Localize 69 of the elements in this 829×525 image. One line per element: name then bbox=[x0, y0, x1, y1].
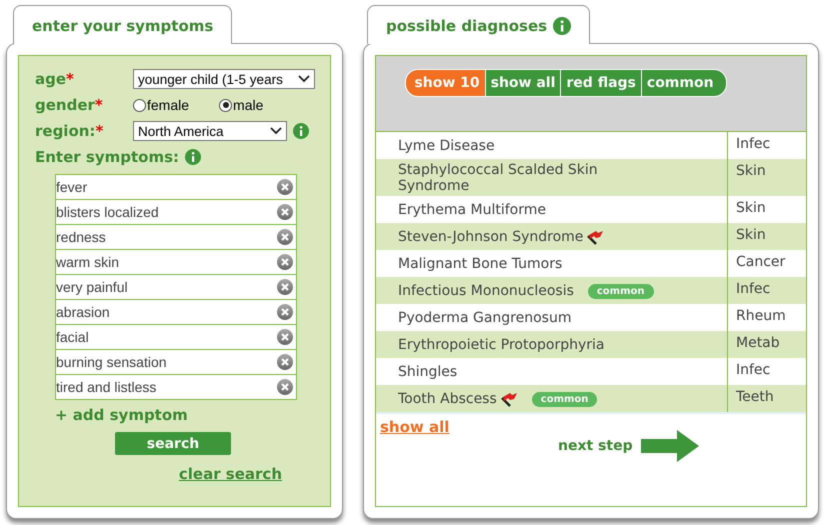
chevron-down-icon bbox=[270, 127, 282, 135]
info-icon[interactable] bbox=[293, 123, 309, 139]
diagnosis-name: Tooth Abscess bbox=[398, 391, 497, 407]
remove-icon[interactable] bbox=[277, 379, 293, 395]
diagnosis-name: Malignant Bone Tumors bbox=[398, 256, 562, 272]
filter-tab[interactable]: common bbox=[640, 70, 726, 96]
diagnosis-name: Lyme Disease bbox=[398, 138, 495, 154]
category-cell-text: Infec bbox=[735, 361, 772, 380]
remove-icon[interactable] bbox=[277, 254, 293, 270]
symptom-field[interactable]: burning sensation bbox=[56, 350, 296, 375]
flag-icon bbox=[586, 229, 604, 245]
remove-icon[interactable] bbox=[277, 204, 293, 220]
remove-icon[interactable] bbox=[277, 354, 293, 370]
diagnosis-name: Steven-Johnson Syndrome bbox=[398, 229, 584, 245]
diagnosis-row[interactable]: Erythropoietic Protoporphyria Metab bbox=[376, 331, 806, 358]
symptom-field[interactable]: abrasion bbox=[56, 300, 296, 325]
category-cell-text: Skin bbox=[735, 199, 767, 218]
symptom-field[interactable]: redness bbox=[56, 225, 296, 250]
category-cell-text: Skin bbox=[735, 226, 767, 245]
filter-tab[interactable]: red flags bbox=[560, 70, 641, 96]
diagnosis-row[interactable]: Steven-Johnson Syndrome Skin bbox=[376, 223, 806, 250]
diagnosis-row[interactable]: Infectious Mononucleosis common Infec bbox=[376, 277, 806, 304]
next-step-label: next step bbox=[558, 438, 633, 454]
category-cell-text: Metab bbox=[735, 334, 781, 353]
radio-option[interactable]: male bbox=[219, 97, 264, 113]
diagnosis-name: Pyoderma Gangrenosum bbox=[398, 310, 572, 326]
search-button[interactable]: search bbox=[115, 432, 231, 455]
radio-circle[interactable] bbox=[219, 98, 232, 112]
filter-tab[interactable]: show all bbox=[484, 70, 560, 96]
radio-circle[interactable] bbox=[133, 98, 146, 112]
remove-icon[interactable] bbox=[277, 329, 293, 345]
symptom-field[interactable]: facial bbox=[56, 325, 296, 350]
remove-icon[interactable] bbox=[277, 304, 293, 320]
info-icon[interactable] bbox=[553, 17, 572, 35]
symptom-field[interactable]: warm skin bbox=[56, 250, 296, 275]
common-badge: common bbox=[532, 392, 598, 406]
remove-icon[interactable] bbox=[277, 279, 293, 295]
symptom-field[interactable]: blisters localized bbox=[56, 200, 296, 225]
category-cell-text: Cancer bbox=[735, 253, 786, 272]
age-label: age* bbox=[35, 70, 75, 88]
category-cell-text: Infec bbox=[735, 135, 772, 154]
symptom-field[interactable]: very painful bbox=[56, 275, 296, 300]
remove-icon[interactable] bbox=[277, 229, 293, 245]
common-badge: common bbox=[588, 284, 654, 298]
category-cell-text: Teeth bbox=[735, 388, 775, 407]
category-cell-text: Rheum bbox=[735, 307, 787, 326]
flag-icon bbox=[500, 391, 518, 407]
diagnosis-name: Erythropoietic Protoporphyria bbox=[398, 337, 604, 353]
region-select[interactable]: North America bbox=[133, 121, 287, 141]
category-cell-text: Skin bbox=[735, 162, 767, 181]
gender-label: gender* bbox=[35, 96, 104, 114]
diagnosis-name: Shingles bbox=[398, 364, 458, 380]
chevron-down-icon bbox=[298, 75, 310, 83]
diagnosis-row[interactable]: Tooth Abscess common Teeth bbox=[376, 385, 806, 412]
diagnosis-name: Staphylococcal Scalded Skin Syndrome bbox=[398, 162, 599, 194]
diagnosis-name: Infectious Mononucleosis bbox=[398, 283, 574, 299]
diagnosis-row[interactable]: Staphylococcal Scalded Skin Syndrome Skin bbox=[376, 159, 806, 196]
symptoms-label: Enter symptoms: bbox=[35, 148, 179, 166]
remove-icon[interactable] bbox=[277, 179, 293, 195]
radio-option[interactable]: female bbox=[133, 97, 190, 113]
panel-tab[interactable]: enter your symptoms bbox=[13, 5, 232, 44]
region-label: region:* bbox=[35, 122, 104, 140]
category-cell-text: Infec bbox=[735, 280, 772, 299]
age-select[interactable]: younger child (1-5 years bbox=[133, 69, 315, 89]
info-icon[interactable] bbox=[185, 149, 201, 165]
arrow-right-icon[interactable] bbox=[640, 430, 699, 462]
symptom-field[interactable]: tired and listless bbox=[56, 375, 296, 400]
diagnosis-name: Erythema Multiforme bbox=[398, 202, 546, 218]
symptom-field[interactable]: fever bbox=[56, 175, 296, 200]
